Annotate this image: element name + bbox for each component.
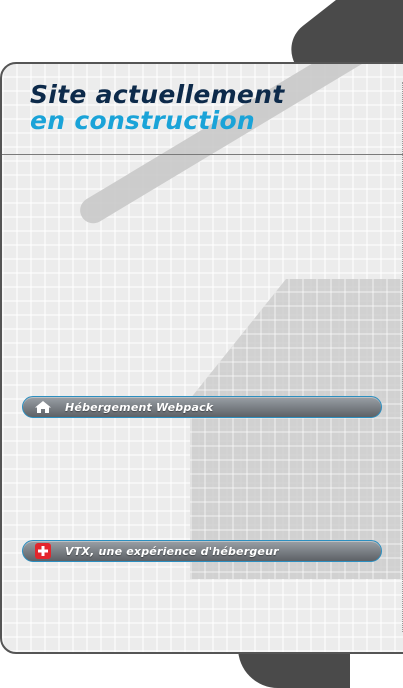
swiss-flag-icon: [33, 543, 53, 559]
watermark-grid: [190, 279, 403, 579]
link-webpack-hosting[interactable]: Hébergement Webpack: [22, 396, 382, 418]
page: Site actuellement en construction Héberg…: [0, 0, 403, 688]
title-line-1: Site actuellement: [30, 80, 285, 109]
title-line-2: en construction: [30, 106, 256, 135]
link-label: Hébergement Webpack: [65, 400, 214, 414]
house-icon: [33, 399, 53, 415]
link-label: VTX, une expérience d'hébergeur: [65, 544, 279, 558]
main-card: Site actuellement en construction: [0, 62, 403, 654]
header: Site actuellement en construction: [2, 64, 403, 155]
page-title: Site actuellement en construction: [30, 82, 285, 134]
link-vtx-hosting[interactable]: VTX, une expérience d'hébergeur: [22, 540, 382, 562]
